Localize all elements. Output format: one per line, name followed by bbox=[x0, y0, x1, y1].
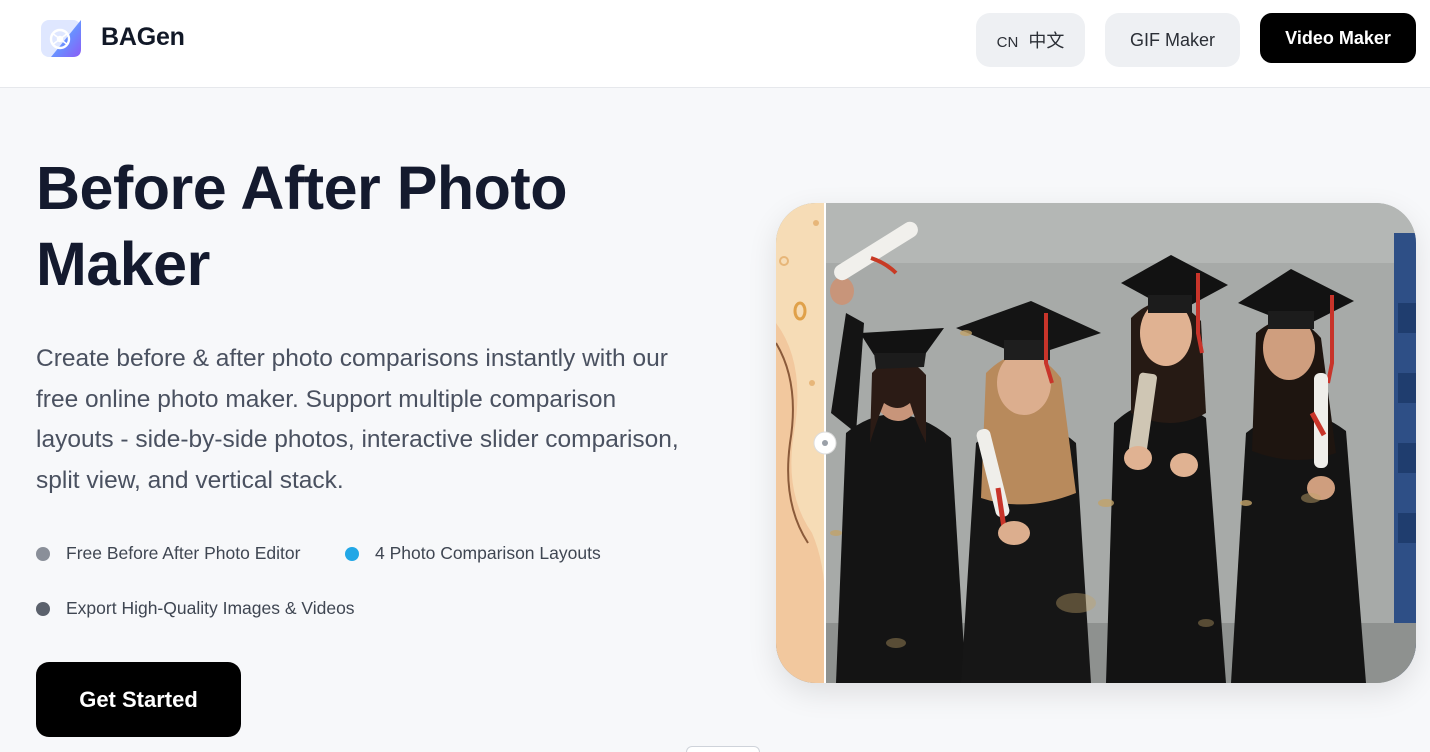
video-maker-button[interactable]: Video Maker bbox=[1260, 13, 1416, 63]
feature-label: Export High-Quality Images & Videos bbox=[66, 598, 355, 618]
feature-label: Free Before After Photo Editor bbox=[66, 543, 301, 563]
bullet-dot-icon bbox=[36, 546, 50, 561]
before-after-comparison[interactable] bbox=[776, 203, 1416, 683]
language-code: CN bbox=[996, 33, 1019, 51]
site-header: BAGen CN 中文 GIF Maker Video Maker bbox=[0, 0, 1430, 88]
bagen-logo-icon[interactable] bbox=[41, 19, 81, 57]
gif-maker-button[interactable]: GIF Maker bbox=[1105, 13, 1240, 67]
feature-item-export: Export High-Quality Images & Videos bbox=[36, 598, 355, 619]
bullet-dot-icon bbox=[345, 546, 359, 561]
language-switch-button[interactable]: CN 中文 bbox=[976, 13, 1085, 67]
feature-item-editor: Free Before After Photo Editor bbox=[36, 543, 300, 564]
brand-name[interactable]: BAGen bbox=[101, 23, 185, 52]
after-photo bbox=[776, 203, 1416, 683]
language-label: 中文 bbox=[1028, 31, 1065, 52]
hero-description: Create before & after photo comparisons … bbox=[36, 345, 679, 494]
feature-item-layouts: 4 Photo Comparison Layouts bbox=[345, 543, 601, 564]
page-title: Before After Photo Maker bbox=[36, 154, 567, 298]
feature-label: 4 Photo Comparison Layouts bbox=[375, 543, 601, 563]
bullet-dot-icon bbox=[36, 601, 50, 616]
scroll-hint-tab bbox=[686, 746, 760, 752]
get-started-button[interactable]: Get Started bbox=[36, 662, 241, 737]
